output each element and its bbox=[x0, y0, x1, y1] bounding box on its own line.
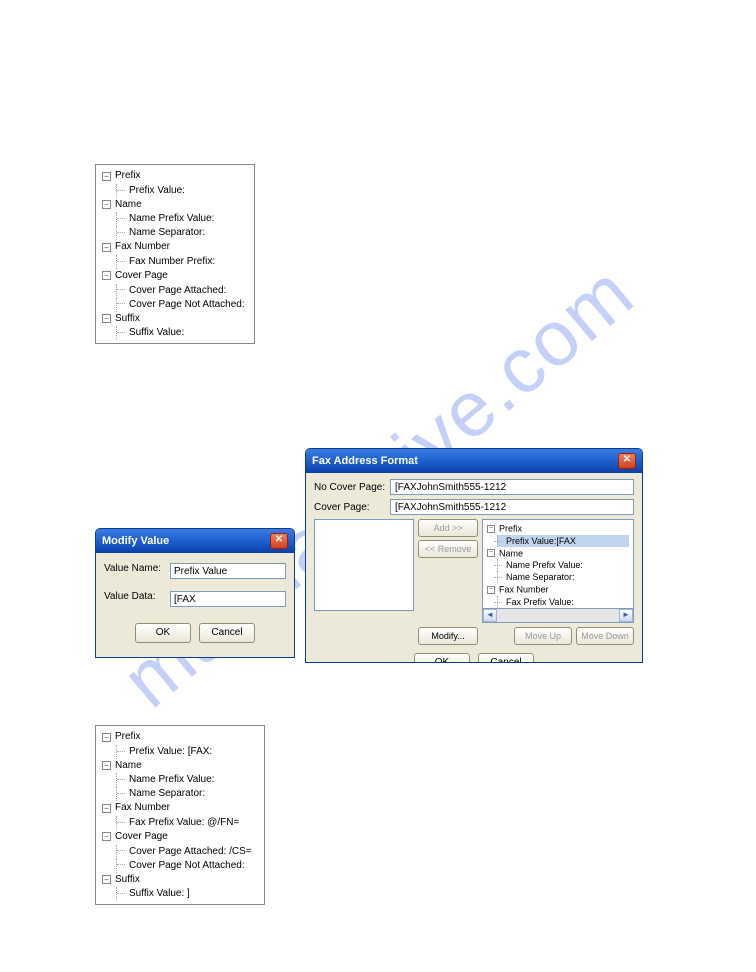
value-data-input[interactable] bbox=[170, 591, 286, 607]
tree-panel-1: −Prefix Prefix Value: −Name Name Prefix … bbox=[95, 164, 255, 344]
tree-item[interactable]: Cover Page Not Attached: bbox=[116, 859, 258, 873]
dialog-title: Fax Address Format bbox=[312, 455, 418, 467]
tree-item[interactable]: Fax Number Prefix: bbox=[116, 255, 248, 269]
tree-node-coverpage[interactable]: −Cover Page bbox=[102, 269, 248, 284]
fax-tree[interactable]: −Prefix Prefix Value:[FAX −Name Name Pre… bbox=[482, 519, 634, 609]
tree-node-faxnumber[interactable]: −Fax Number bbox=[102, 240, 248, 255]
collapse-icon[interactable]: − bbox=[102, 271, 111, 280]
modify-button[interactable]: Modify... bbox=[418, 627, 478, 645]
left-listbox[interactable] bbox=[314, 519, 414, 611]
tree-item[interactable]: Suffix Value: ] bbox=[116, 887, 258, 901]
tree-item[interactable]: Cover Page Not Attached: bbox=[116, 298, 248, 312]
movedown-button[interactable]: Move Down bbox=[576, 627, 634, 645]
tree-item[interactable]: Fax Prefix Value: @/FN= bbox=[116, 816, 258, 830]
tree-item[interactable]: Name Prefix Value: bbox=[116, 212, 248, 226]
horizontal-scrollbar[interactable]: ◄ ► bbox=[482, 609, 634, 623]
scroll-left-icon[interactable]: ◄ bbox=[483, 609, 497, 622]
scroll-right-icon[interactable]: ► bbox=[619, 609, 633, 622]
collapse-icon[interactable]: − bbox=[102, 761, 111, 770]
tree-panel-2: −Prefix Prefix Value: [FAX: −Name Name P… bbox=[95, 725, 265, 905]
tree-item[interactable]: Name Separator: bbox=[116, 787, 258, 801]
value-name-label: Value Name: bbox=[104, 563, 164, 579]
tree-item[interactable]: Name Separator: bbox=[116, 226, 248, 240]
collapse-icon[interactable]: − bbox=[487, 525, 495, 533]
nocover-label: No Cover Page: bbox=[314, 482, 386, 493]
collapse-icon[interactable]: − bbox=[102, 832, 111, 841]
tree-item[interactable]: Name Separator: bbox=[497, 571, 629, 583]
tree-item[interactable]: Cover Page Attached: bbox=[116, 284, 248, 298]
moveup-button[interactable]: Move Up bbox=[514, 627, 572, 645]
tree-item[interactable]: Prefix Value: [FAX: bbox=[116, 745, 258, 759]
tree-item[interactable]: Fax Prefix Value: bbox=[497, 596, 629, 608]
cover-input[interactable] bbox=[390, 499, 634, 515]
tree-item[interactable]: Suffix Value: bbox=[116, 326, 248, 340]
tree-node-faxnumber[interactable]: −Fax Number bbox=[102, 801, 258, 816]
nocover-input[interactable] bbox=[390, 479, 634, 495]
tree-item[interactable]: Name Prefix Value: bbox=[497, 559, 629, 571]
value-data-label: Value Data: bbox=[104, 591, 164, 607]
tree-item[interactable]: Name Prefix Value: bbox=[116, 773, 258, 787]
value-name-input[interactable] bbox=[170, 563, 286, 579]
tree-node-suffix[interactable]: −Suffix bbox=[102, 873, 258, 888]
collapse-icon[interactable]: − bbox=[487, 549, 495, 557]
collapse-icon[interactable]: − bbox=[487, 586, 495, 594]
tree-node-suffix[interactable]: −Suffix bbox=[102, 312, 248, 327]
tree-item[interactable]: Prefix Value:[FAX bbox=[497, 535, 629, 547]
cover-label: Cover Page: bbox=[314, 502, 386, 513]
tree-item[interactable]: Cover Page Attached: /CS= bbox=[116, 845, 258, 859]
remove-button[interactable]: << Remove bbox=[418, 540, 478, 558]
collapse-icon[interactable]: − bbox=[102, 314, 111, 323]
close-icon[interactable]: ✕ bbox=[270, 533, 288, 549]
tree-node-name[interactable]: −Name bbox=[102, 198, 248, 213]
collapse-icon[interactable]: − bbox=[102, 733, 111, 742]
modify-value-dialog: Modify Value ✕ Value Name: Value Data: O… bbox=[95, 528, 295, 658]
titlebar[interactable]: Modify Value ✕ bbox=[96, 529, 294, 553]
close-icon[interactable]: ✕ bbox=[618, 453, 636, 469]
tree-node-name[interactable]: −Name bbox=[102, 759, 258, 774]
tree-item[interactable]: Prefix Value: bbox=[116, 184, 248, 198]
collapse-icon[interactable]: − bbox=[102, 804, 111, 813]
dialog-title: Modify Value bbox=[102, 535, 169, 547]
cancel-button[interactable]: Cancel bbox=[199, 623, 255, 643]
collapse-icon[interactable]: − bbox=[102, 172, 111, 181]
add-button[interactable]: Add >> bbox=[418, 519, 478, 537]
tree-node-coverpage[interactable]: −Cover Page bbox=[102, 830, 258, 845]
cancel-button[interactable]: Cancel bbox=[478, 653, 534, 663]
tree-node-prefix[interactable]: −Prefix bbox=[102, 169, 248, 184]
fax-address-format-dialog: Fax Address Format ✕ No Cover Page: Cove… bbox=[305, 448, 643, 663]
collapse-icon[interactable]: − bbox=[102, 243, 111, 252]
collapse-icon[interactable]: − bbox=[102, 200, 111, 209]
collapse-icon[interactable]: − bbox=[102, 875, 111, 884]
ok-button[interactable]: OK bbox=[135, 623, 191, 643]
titlebar[interactable]: Fax Address Format ✕ bbox=[306, 449, 642, 473]
tree-node-prefix[interactable]: −Prefix bbox=[102, 730, 258, 745]
ok-button[interactable]: OK bbox=[414, 653, 470, 663]
